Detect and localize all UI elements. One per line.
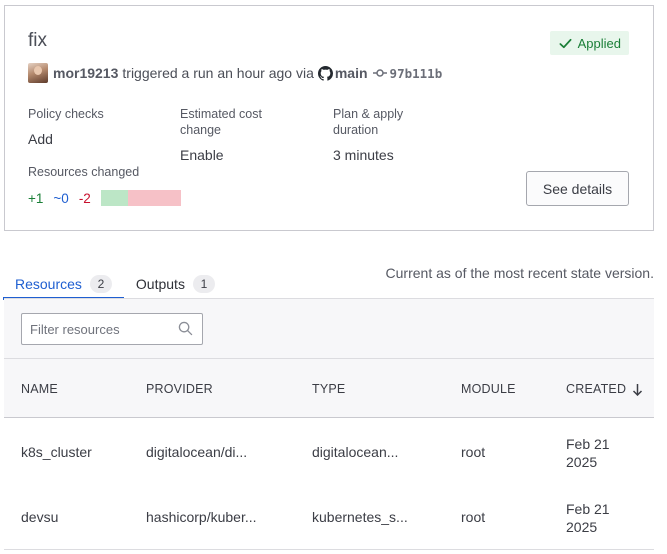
branch-link[interactable]: main [335, 65, 368, 81]
status-label: Applied [577, 35, 621, 51]
cell-created: Feb 21 2025 [566, 436, 610, 470]
cell-created: Feb 21 2025 [566, 501, 610, 535]
commit-icon [372, 69, 387, 77]
see-details-button[interactable]: See details [526, 171, 629, 206]
resources-destroyed-count: -2 [78, 190, 91, 206]
resource-change-bar [100, 190, 181, 206]
status-badge: Applied [549, 31, 629, 55]
state-version-note: Current as of the most recent state vers… [385, 265, 654, 281]
run-summary-card: fix Applied mor19213 triggered a run an … [4, 5, 654, 231]
duration-value: 3 minutes [333, 147, 394, 163]
search-icon [178, 321, 193, 336]
run-title: fix [28, 30, 47, 51]
tab-label: Resources [15, 275, 82, 292]
checkmark-icon [559, 38, 572, 48]
filter-bar [4, 298, 654, 358]
tab-count-badge: 1 [192, 274, 215, 293]
policy-checks-label: Policy checks [28, 107, 104, 121]
table-row[interactable]: devsu hashicorp/kuber... kubernetes_s...… [4, 484, 654, 550]
run-action-text: triggered a run an hour ago via [122, 65, 314, 81]
cost-label: Estimated cost change [180, 107, 262, 137]
run-user-link[interactable]: mor19213 [53, 65, 118, 81]
column-header-created-label: CREATED [566, 382, 627, 396]
added-segment [100, 190, 128, 206]
cost-value: Enable [180, 147, 224, 163]
tab-resources[interactable]: Resources 2 [3, 268, 124, 300]
filter-resources-input[interactable] [21, 313, 203, 345]
column-header-type: TYPE [312, 382, 346, 396]
cell-module: root [461, 509, 486, 525]
cell-name[interactable]: devsu [21, 509, 58, 525]
table-row[interactable]: k8s_cluster digitalocean/di... digitaloc… [4, 419, 654, 485]
cell-provider: hashicorp/kuber... [146, 509, 257, 525]
resources-added-count: +1 [28, 190, 44, 206]
tab-bar: Resources 2 Outputs 1 [3, 268, 227, 300]
tab-label: Outputs [135, 275, 185, 292]
column-header-module: MODULE [461, 382, 516, 396]
avatar[interactable] [28, 63, 48, 83]
resources-table-header: NAME PROVIDER TYPE MODULE CREATED [4, 358, 654, 418]
tab-outputs[interactable]: Outputs 1 [124, 268, 227, 299]
commit-link[interactable]: 97b111b [390, 66, 443, 81]
policy-checks-value: Add [28, 131, 53, 147]
column-header-provider: PROVIDER [146, 382, 213, 396]
tab-count-badge: 2 [89, 274, 112, 293]
cell-name[interactable]: k8s_cluster [21, 444, 92, 460]
sort-descending-icon[interactable] [632, 383, 643, 396]
column-header-created[interactable]: CREATED [566, 382, 643, 396]
resources-changed-label: Resources changed [28, 165, 140, 179]
cell-type: digitalocean... [312, 444, 399, 460]
run-meta: mor19213 triggered a run an hour ago via… [28, 63, 442, 83]
resources-changed-count: ~0 [53, 190, 69, 206]
cell-module: root [461, 444, 486, 460]
cell-type: kubernetes_s... [312, 509, 408, 525]
cell-provider: digitalocean/di... [146, 444, 248, 460]
github-icon [317, 65, 333, 81]
destroyed-segment [127, 190, 181, 206]
duration-label: Plan & apply duration [333, 107, 404, 137]
column-header-name: NAME [21, 382, 58, 396]
resources-changed-summary: +1 ~0 -2 [28, 190, 181, 206]
